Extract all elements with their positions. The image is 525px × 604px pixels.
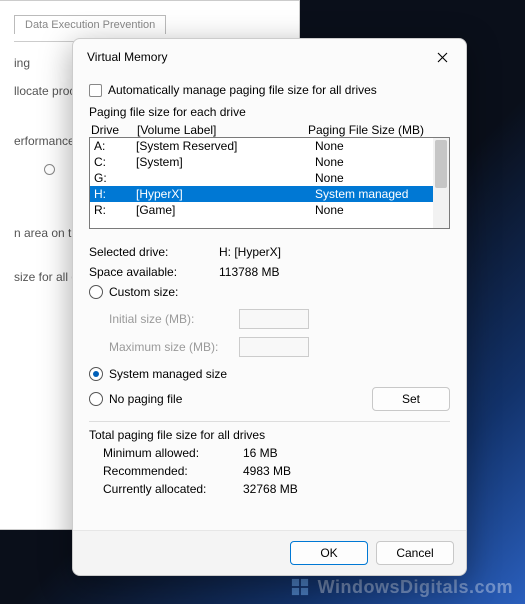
drive-letter: R: (94, 202, 136, 218)
close-icon (437, 52, 448, 63)
tab-dep[interactable]: Data Execution Prevention (14, 15, 166, 34)
close-button[interactable] (420, 42, 464, 72)
drive-volume-label: [Game] (136, 202, 315, 218)
drive-paging-size: None (315, 138, 445, 154)
initial-size-label: Initial size (MB): (109, 312, 239, 326)
virtual-memory-dialog: Virtual Memory Automatically manage pagi… (72, 38, 467, 576)
ok-button[interactable]: OK (290, 541, 368, 565)
drive-headers: Drive [Volume Label] Paging File Size (M… (89, 123, 450, 137)
system-managed-label: System managed size (109, 367, 227, 381)
recommended-label: Recommended: (103, 464, 243, 478)
currently-allocated-value: 32768 MB (243, 482, 298, 496)
dialog-title: Virtual Memory (87, 50, 420, 64)
drive-row[interactable]: C:[System]None (90, 154, 449, 170)
selected-drive-label: Selected drive: (89, 245, 219, 259)
custom-size-label: Custom size: (109, 285, 178, 299)
drive-paging-size: None (315, 170, 445, 186)
col-drive: Drive (91, 123, 137, 137)
custom-size-radio[interactable] (89, 285, 103, 299)
drive-volume-label: [HyperX] (136, 186, 315, 202)
drive-volume-label (136, 170, 315, 186)
bg-radio (44, 164, 55, 175)
scrollbar-thumb[interactable] (435, 140, 447, 188)
currently-allocated-label: Currently allocated: (103, 482, 243, 496)
drive-row[interactable]: A:[System Reserved]None (90, 138, 449, 154)
drive-paging-size: None (315, 202, 445, 218)
drive-row[interactable]: R:[Game]None (90, 202, 449, 218)
system-managed-radio[interactable] (89, 367, 103, 381)
auto-manage-label: Automatically manage paging file size fo… (108, 83, 377, 97)
min-allowed-value: 16 MB (243, 446, 278, 460)
selected-drive-value: H: [HyperX] (219, 245, 450, 259)
titlebar: Virtual Memory (73, 39, 466, 75)
scrollbar[interactable] (433, 138, 449, 228)
drive-list[interactable]: A:[System Reserved]NoneC:[System]NoneG:N… (89, 137, 450, 229)
watermark: WindowsDigitals.com (291, 577, 513, 598)
space-available-label: Space available: (89, 265, 219, 279)
auto-manage-checkbox[interactable] (89, 84, 102, 97)
drive-paging-size: None (315, 154, 445, 170)
divider (89, 421, 450, 422)
totals-heading: Total paging file size for all drives (89, 428, 450, 442)
col-volume-label: [Volume Label] (137, 123, 308, 137)
per-drive-heading: Paging file size for each drive (89, 105, 450, 119)
no-paging-radio[interactable] (89, 392, 103, 406)
min-allowed-label: Minimum allowed: (103, 446, 243, 460)
initial-size-input (239, 309, 309, 329)
cancel-button[interactable]: Cancel (376, 541, 454, 565)
set-button[interactable]: Set (372, 387, 450, 411)
drive-volume-label: [System Reserved] (136, 138, 315, 154)
drive-paging-size: System managed (315, 186, 445, 202)
col-paging-size: Paging File Size (MB) (308, 123, 448, 137)
drive-row[interactable]: G: None (90, 170, 449, 186)
space-available-value: 113788 MB (219, 265, 450, 279)
recommended-value: 4983 MB (243, 464, 291, 478)
drive-letter: A: (94, 138, 136, 154)
drive-volume-label: [System] (136, 154, 315, 170)
drive-letter: G: (94, 170, 136, 186)
maximum-size-input (239, 337, 309, 357)
drive-letter: H: (94, 186, 136, 202)
drive-row[interactable]: H:[HyperX]System managed (90, 186, 449, 202)
no-paging-label: No paging file (109, 392, 182, 406)
maximum-size-label: Maximum size (MB): (109, 340, 239, 354)
drive-letter: C: (94, 154, 136, 170)
